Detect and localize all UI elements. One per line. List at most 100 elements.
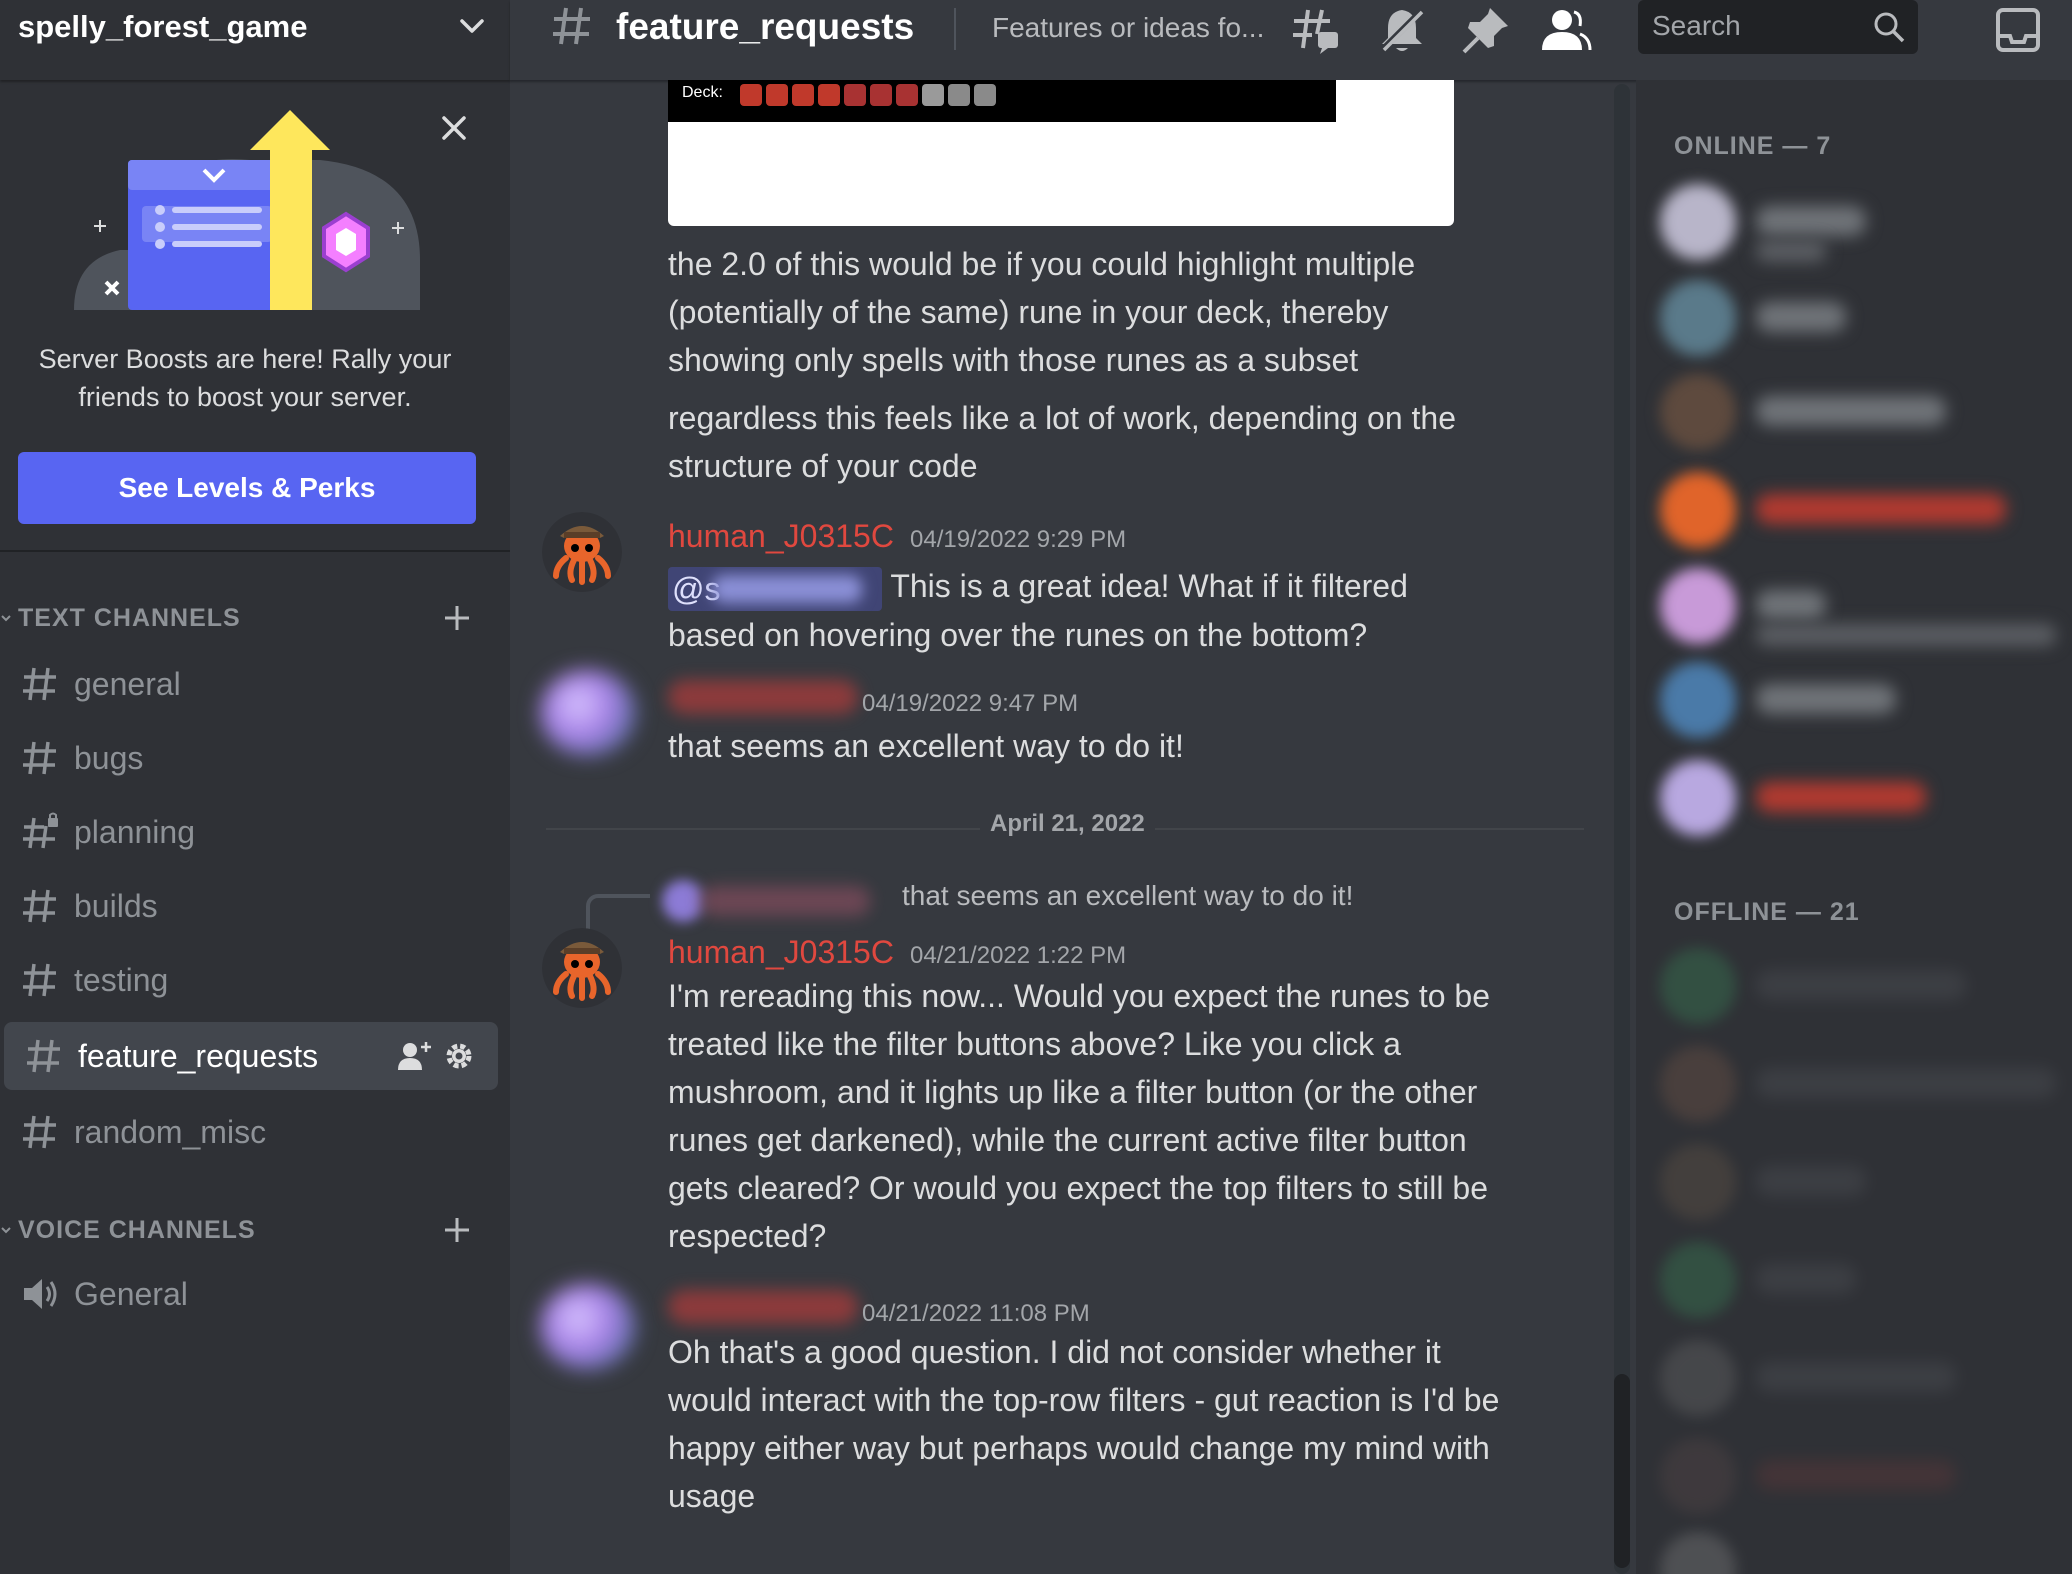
search-placeholder: Search — [1652, 10, 1741, 41]
member-name — [1756, 494, 2006, 524]
member-item[interactable] — [1660, 280, 2072, 360]
channel-header: feature_requests Features or ideas fo...… — [510, 0, 2072, 80]
avatar — [1660, 1532, 1736, 1574]
octopus-avatar[interactable] — [542, 512, 622, 592]
message-timestamp: 04/19/2022 9:47 PM — [862, 690, 1079, 717]
server-header[interactable]: spelly_forest_game — [0, 0, 510, 80]
member-item[interactable] — [1660, 1144, 2072, 1224]
message-author[interactable]: human_J0315C — [668, 518, 894, 555]
pin-icon[interactable] — [1460, 4, 1512, 56]
member-item[interactable] — [1660, 1340, 2072, 1420]
message-timestamp: 04/21/2022 1:22 PM — [910, 942, 1127, 969]
avatar — [1660, 1144, 1736, 1220]
channel-planning[interactable]: planning — [0, 798, 494, 866]
boost-illustration — [74, 110, 420, 310]
inbox-icon[interactable] — [1992, 4, 2044, 56]
member-item[interactable] — [1660, 1438, 2072, 1518]
member-name — [1756, 684, 1896, 714]
create-invite-icon[interactable] — [396, 1038, 432, 1074]
avatar — [1660, 760, 1736, 836]
locked-hash-icon — [23, 812, 58, 849]
rune-icon — [922, 84, 944, 106]
member-item[interactable] — [1660, 374, 2072, 454]
search-input[interactable]: Search — [1638, 0, 1918, 54]
rune-icon — [896, 84, 918, 106]
reply-preview-text[interactable]: that seems an excellent way to do it! — [902, 880, 1353, 912]
member-item[interactable] — [1660, 184, 2072, 264]
channel-title: feature_requests — [616, 6, 915, 47]
channel-sidebar: spelly_forest_game Server Boosts are her… — [0, 0, 510, 1574]
avatar — [1660, 472, 1736, 548]
member-item[interactable] — [1660, 568, 2072, 648]
channel-feature-requests[interactable]: feature_requests — [4, 1022, 498, 1090]
member-item[interactable] — [1660, 662, 2072, 742]
reply-author[interactable] — [700, 886, 870, 916]
channel-general[interactable]: general — [0, 650, 494, 718]
message-timestamp: 04/19/2022 9:29 PM — [910, 526, 1127, 553]
category-label: VOICE CHANNELS — [18, 1215, 256, 1244]
message-timestamp: 04/21/2022 11:08 PM — [862, 1300, 1090, 1327]
channel-label: random_misc — [74, 1113, 267, 1150]
notification-bell-muted-icon[interactable] — [1376, 4, 1428, 56]
hash-icon — [553, 7, 590, 45]
offline-header: OFFLINE — 21 — [1674, 898, 1860, 926]
channel-label: planning — [74, 813, 195, 850]
channel-label: General — [74, 1275, 188, 1312]
avatar[interactable] — [540, 670, 636, 756]
message-author[interactable]: human_J0315C — [668, 934, 894, 971]
deck-screenshot: Deck: — [668, 80, 1336, 122]
message-text: I'm rereading this now... Would you expe… — [668, 978, 1490, 1254]
server-boost-promo: Server Boosts are here! Rally your frien… — [0, 82, 510, 552]
member-item[interactable] — [1660, 1242, 2072, 1322]
member-item[interactable] — [1660, 760, 2072, 840]
avatar — [1660, 1340, 1736, 1416]
see-levels-perks-button[interactable]: See Levels & Perks — [18, 452, 476, 524]
message-text: that seems an excellent way to do it! — [668, 728, 1184, 764]
date-divider-label: April 21, 2022 — [980, 810, 1155, 838]
category-text-channels[interactable]: TEXT CHANNELS — [0, 598, 510, 638]
channel-bugs[interactable]: bugs — [0, 724, 494, 792]
channel-label: builds — [74, 887, 158, 924]
channel-builds[interactable]: builds — [0, 872, 494, 940]
deck-label: Deck: — [682, 84, 723, 101]
scrollbar-track[interactable] — [1614, 84, 1630, 1574]
chevron-down-icon — [1, 1227, 11, 1234]
image-attachment[interactable]: Deck: — [668, 80, 1454, 226]
member-item[interactable] — [1660, 1532, 2072, 1574]
channel-topic[interactable]: Features or ideas fo... — [992, 12, 1264, 44]
avatar[interactable] — [540, 1284, 636, 1370]
message-text: @s This is a great idea! What if it filt… — [668, 566, 1408, 653]
threads-icon[interactable] — [1290, 4, 1342, 56]
close-icon[interactable] — [436, 110, 472, 146]
member-status — [1756, 624, 2056, 646]
reply-avatar — [662, 880, 704, 922]
user-mention[interactable]: @s — [668, 566, 882, 611]
member-name — [1756, 782, 1926, 812]
speaker-icon — [24, 1279, 57, 1309]
member-item[interactable] — [1660, 1046, 2072, 1126]
swirl-rune-icon — [792, 84, 814, 106]
member-name — [1756, 302, 1846, 332]
plus-icon[interactable] — [440, 1213, 474, 1247]
octopus-avatar[interactable] — [542, 928, 622, 1008]
voice-channel-general[interactable]: General — [0, 1260, 494, 1328]
plus-icon[interactable] — [440, 601, 474, 635]
member-name — [1756, 396, 1946, 426]
gear-icon[interactable] — [442, 1039, 476, 1073]
message-author[interactable] — [668, 680, 858, 714]
hash-icon — [27, 1039, 60, 1073]
member-list-icon[interactable] — [1540, 4, 1592, 56]
member-list: ONLINE — 7 OFFLINE — 21 — [1636, 80, 2072, 1574]
member-item[interactable] — [1660, 472, 2072, 552]
avatar — [1660, 568, 1736, 644]
avatar — [1660, 184, 1736, 260]
chevron-down-icon[interactable] — [452, 7, 492, 47]
mushroom-rune-icon — [766, 84, 788, 106]
member-item[interactable] — [1660, 948, 2072, 1028]
message-author[interactable] — [668, 1290, 858, 1324]
channel-random-misc[interactable]: random_misc — [0, 1098, 494, 1166]
channel-label: bugs — [74, 739, 144, 776]
category-voice-channels[interactable]: VOICE CHANNELS — [0, 1210, 510, 1250]
channel-testing[interactable]: testing — [0, 946, 494, 1014]
scrollbar-thumb[interactable] — [1614, 1374, 1630, 1568]
